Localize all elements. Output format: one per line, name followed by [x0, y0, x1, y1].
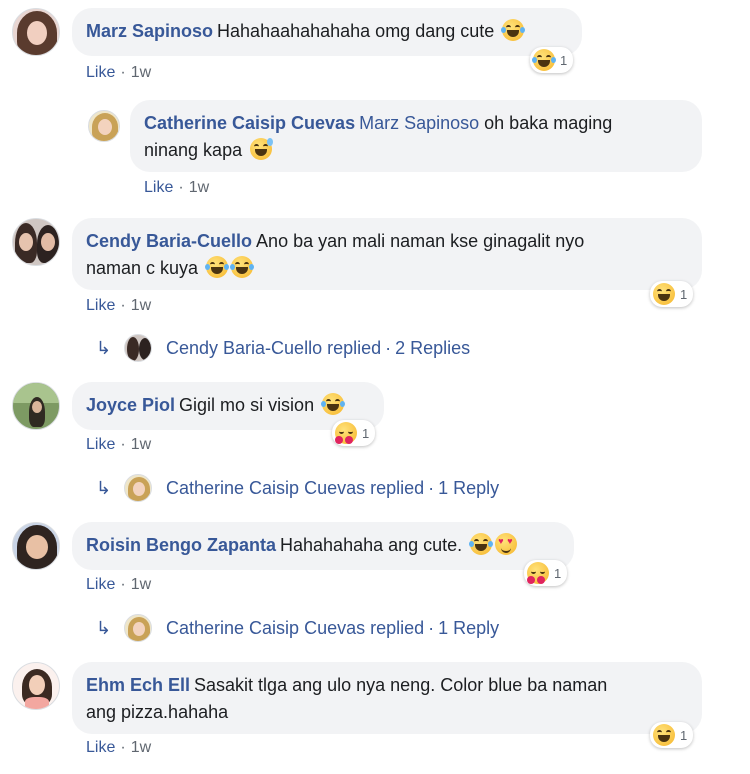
reaction-summary[interactable]: 1	[650, 722, 694, 748]
like-button[interactable]: Like	[86, 576, 115, 593]
timestamp[interactable]: 1w	[131, 576, 151, 593]
avatar[interactable]	[12, 662, 60, 710]
separator: ·	[385, 338, 392, 358]
comment-bubble: Cendy Baria-Cuello Ano ba yan mali naman …	[72, 218, 702, 290]
avatar[interactable]	[12, 218, 60, 266]
tears-of-joy-icon	[205, 256, 230, 278]
timestamp[interactable]: 1w	[131, 739, 151, 756]
comment-author[interactable]: Joyce Piol	[86, 395, 175, 415]
comment-bubble: Ehm Ech Ell Sasakit tlga ang ulo nya neng…	[72, 662, 702, 734]
like-button[interactable]: Like	[144, 179, 173, 196]
reply-arrow-icon: ↳	[96, 618, 112, 638]
grinning-squinting-icon	[653, 283, 675, 305]
care-reaction-icon	[527, 562, 549, 584]
comment-text-continued: ninang kapa	[144, 140, 243, 160]
timestamp[interactable]: 1w	[189, 179, 209, 196]
heart-eyes-icon: ♥ ♥	[495, 533, 518, 555]
reaction-count: 1	[680, 286, 688, 302]
care-reaction-icon	[335, 422, 357, 444]
comment-author[interactable]: Ehm Ech Ell	[86, 675, 190, 695]
reaction-summary[interactable]: 1	[530, 47, 574, 73]
tears-of-joy-icon	[532, 49, 556, 71]
replies-count: 2 Replies	[395, 338, 471, 358]
comment-text: oh baka maging	[484, 113, 613, 133]
mention-link[interactable]: Marz Sapinoso	[359, 113, 479, 133]
grinning-squinting-icon	[653, 724, 675, 746]
comment-actions: Like · 1w	[86, 574, 151, 596]
avatar	[124, 474, 152, 502]
like-button[interactable]: Like	[86, 297, 115, 314]
comment-text: Sasakit tlga ang ulo nya neng. Color blu…	[194, 675, 608, 695]
timestamp[interactable]: 1w	[131, 297, 151, 314]
reply-arrow-icon: ↳	[96, 338, 112, 358]
comment-text: Hahahahaha ang cute.	[280, 535, 463, 555]
comment-actions: Like · 1w	[86, 295, 151, 317]
separator: ·	[120, 436, 126, 453]
tears-of-joy-icon	[230, 256, 255, 278]
comment-text-continued: ang pizza.hahaha	[86, 702, 229, 722]
separator: ·	[428, 618, 435, 638]
comment-text-continued: naman c kuya	[86, 258, 199, 278]
separator: ·	[120, 739, 126, 756]
like-button[interactable]: Like	[86, 739, 115, 756]
comment-bubble: Marz Sapinoso Hahahaahahahaha omg dang cu…	[72, 8, 582, 56]
separator: ·	[120, 576, 126, 593]
comment-bubble: Roisin Bengo Zapanta Hahahahaha ang cute.…	[72, 522, 574, 570]
avatar[interactable]	[12, 8, 60, 56]
separator: ·	[120, 64, 126, 81]
comment-author[interactable]: Cendy Baria-Cuello	[86, 231, 252, 251]
reaction-count: 1	[680, 727, 688, 743]
comment-actions: Like · 1w	[86, 434, 151, 456]
view-replies-link[interactable]: ↳ Catherine Caisip Cuevas replied · 1 Repl…	[96, 474, 556, 502]
replies-count: 1 Reply	[438, 618, 500, 638]
avatar	[124, 614, 152, 642]
separator: ·	[178, 179, 184, 196]
avatar[interactable]	[12, 522, 60, 570]
reply-arrow-icon: ↳	[96, 478, 112, 498]
tears-of-joy-icon	[501, 19, 526, 41]
reaction-summary[interactable]: 1	[332, 420, 376, 446]
comment-bubble: Catherine Caisip Cuevas Marz Sapinoso oh …	[130, 100, 702, 172]
replies-author: Cendy Baria-Cuello replied	[166, 338, 382, 358]
avatar[interactable]	[12, 382, 60, 430]
like-button[interactable]: Like	[86, 436, 115, 453]
comment-text: Hahahaahahahaha omg dang cute	[217, 21, 495, 41]
like-button[interactable]: Like	[86, 64, 115, 81]
comment-actions: Like · 1w	[86, 737, 151, 759]
replies-author: Catherine Caisip Cuevas replied	[166, 618, 425, 638]
reaction-summary[interactable]: 1	[650, 281, 694, 307]
comment-text: Ano ba yan mali naman kse ginagalit nyo	[256, 231, 585, 251]
tears-of-joy-icon	[321, 393, 346, 415]
avatar	[124, 334, 152, 362]
reaction-count: 1	[362, 425, 370, 441]
comment-actions: Like · 1w	[86, 62, 151, 84]
comment-author[interactable]: Marz Sapinoso	[86, 21, 213, 41]
reaction-count: 1	[554, 565, 562, 581]
timestamp[interactable]: 1w	[131, 436, 151, 453]
view-replies-link[interactable]: ↳ Cendy Baria-Cuello replied · 2 Replies	[96, 334, 516, 362]
timestamp[interactable]: 1w	[131, 64, 151, 81]
grinning-sweat-icon	[250, 138, 274, 160]
avatar[interactable]	[88, 110, 120, 142]
view-replies-link[interactable]: ↳ Catherine Caisip Cuevas replied · 1 Repl…	[96, 614, 556, 642]
tears-of-joy-icon	[469, 533, 494, 555]
comment-actions: Like · 1w	[144, 177, 209, 199]
separator: ·	[120, 297, 126, 314]
comment-text: Gigil mo si vision	[179, 395, 315, 415]
replies-count: 1 Reply	[438, 478, 500, 498]
reaction-summary[interactable]: 1	[524, 560, 568, 586]
separator: ·	[428, 478, 435, 498]
replies-author: Catherine Caisip Cuevas replied	[166, 478, 425, 498]
comment-author[interactable]: Catherine Caisip Cuevas	[144, 113, 355, 133]
reaction-count: 1	[560, 52, 568, 68]
comment-author[interactable]: Roisin Bengo Zapanta	[86, 535, 276, 555]
